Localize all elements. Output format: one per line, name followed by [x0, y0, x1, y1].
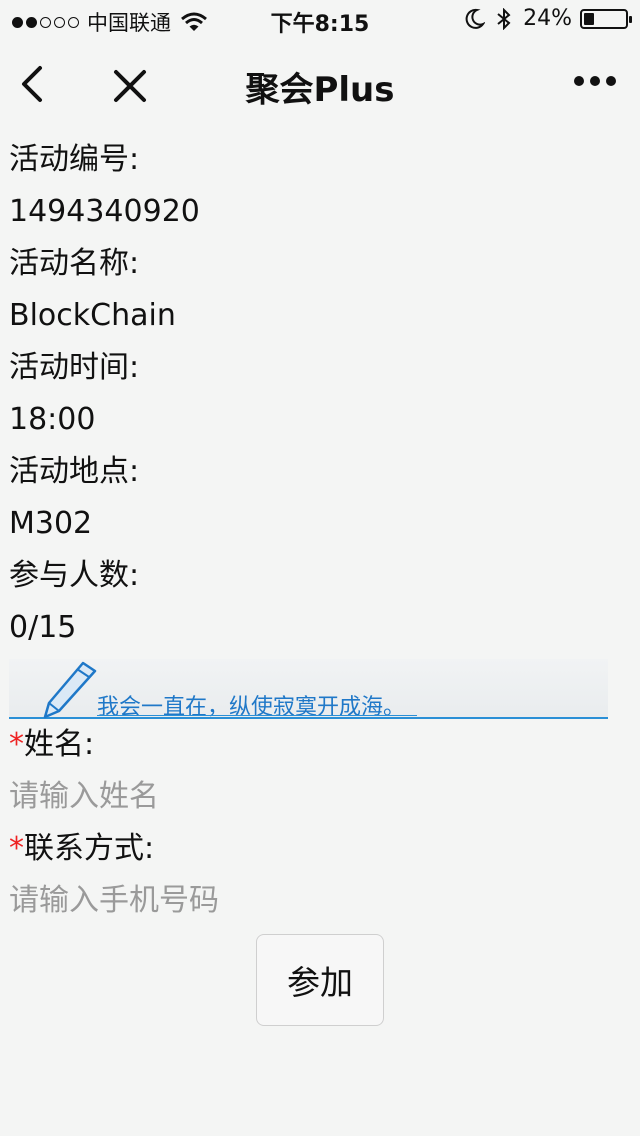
- battery-level: [584, 12, 594, 25]
- banner-image: 我会一直在，纵使寂寞开成海。: [9, 659, 608, 720]
- status-right: 24%: [463, 6, 632, 31]
- activity-name-value: BlockChain: [9, 298, 176, 333]
- name-field-label: *姓名:: [9, 719, 629, 771]
- name-label-text: 姓名:: [24, 727, 95, 762]
- page-title: 聚会Plus: [245, 70, 395, 110]
- moon-icon: [465, 8, 486, 29]
- activity-id-value: 1494340920: [9, 194, 200, 229]
- participant-count-label: 参与人数:: [9, 558, 140, 593]
- banner-underline: [97, 715, 417, 716]
- required-mark: *: [9, 831, 24, 866]
- bluetooth-icon: [497, 7, 511, 30]
- status-bar: 中国联通 下午8:15 24%: [0, 0, 640, 40]
- activity-id-label: 活动编号:: [9, 142, 140, 177]
- contact-field-label: *联系方式:: [9, 823, 629, 875]
- battery-icon: [580, 8, 632, 29]
- battery-percent: 24%: [523, 6, 572, 31]
- content: 活动编号: 1494340920 活动名称: BlockChain 活动时间: …: [9, 134, 629, 927]
- nav-bar: 聚会Plus: [0, 40, 640, 128]
- activity-place-value: M302: [9, 506, 93, 541]
- activity-place-label: 活动地点:: [9, 454, 140, 489]
- more-dots-icon[interactable]: [574, 76, 616, 86]
- pencil-icon: [43, 661, 97, 719]
- join-button[interactable]: 参加: [256, 934, 384, 1026]
- contact-label-text: 联系方式:: [24, 831, 155, 866]
- phone-input[interactable]: 请输入手机号码: [9, 875, 629, 927]
- participant-count-value: 0/15: [9, 610, 77, 645]
- name-input[interactable]: 请输入姓名: [9, 771, 629, 823]
- required-mark: *: [9, 727, 24, 762]
- activity-time-label: 活动时间:: [9, 350, 140, 385]
- banner-text: 我会一直在，纵使寂寞开成海。: [97, 695, 406, 720]
- activity-name-label: 活动名称:: [9, 246, 140, 281]
- activity-time-value: 18:00: [9, 402, 96, 437]
